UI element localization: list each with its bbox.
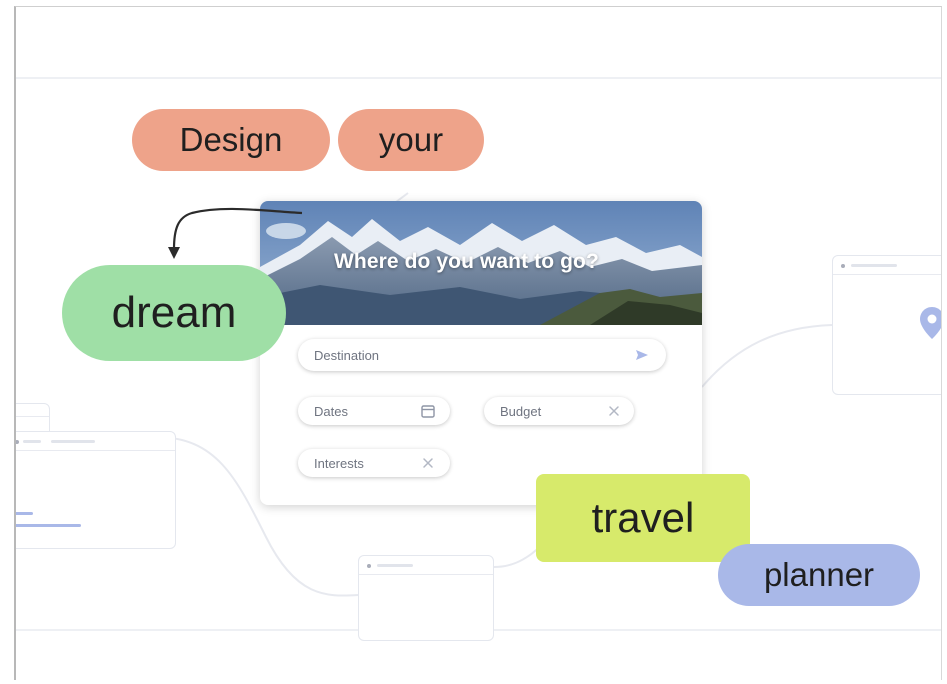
budget-input[interactable]: Budget	[484, 397, 634, 425]
mini-window-bottom	[358, 555, 494, 641]
mini-window-right	[832, 255, 941, 395]
close-icon[interactable]	[606, 403, 622, 419]
arrow-curve-icon	[168, 207, 303, 259]
budget-placeholder: Budget	[500, 404, 542, 419]
interests-input[interactable]: Interests	[298, 449, 450, 477]
interests-placeholder: Interests	[314, 456, 364, 471]
pill-travel: travel	[536, 474, 750, 562]
location-pin-icon	[920, 307, 941, 339]
pill-dream: dream	[62, 265, 286, 361]
close-icon[interactable]	[420, 455, 436, 471]
canvas-frame: Where do you want to go? Destination Dat…	[14, 6, 942, 680]
destination-placeholder: Destination	[314, 348, 380, 363]
dates-input[interactable]: Dates	[298, 397, 450, 425]
search-card: Where do you want to go? Destination Dat…	[260, 201, 702, 505]
pill-planner: planner	[718, 544, 920, 606]
destination-input[interactable]: Destination	[298, 339, 666, 371]
send-icon[interactable]	[634, 347, 650, 363]
calendar-icon[interactable]	[420, 403, 436, 419]
mini-window-left	[16, 431, 176, 549]
hero-title: Where do you want to go?	[334, 250, 599, 273]
pill-your: your	[338, 109, 484, 171]
pill-design: Design	[132, 109, 330, 171]
dates-placeholder: Dates	[314, 404, 348, 419]
